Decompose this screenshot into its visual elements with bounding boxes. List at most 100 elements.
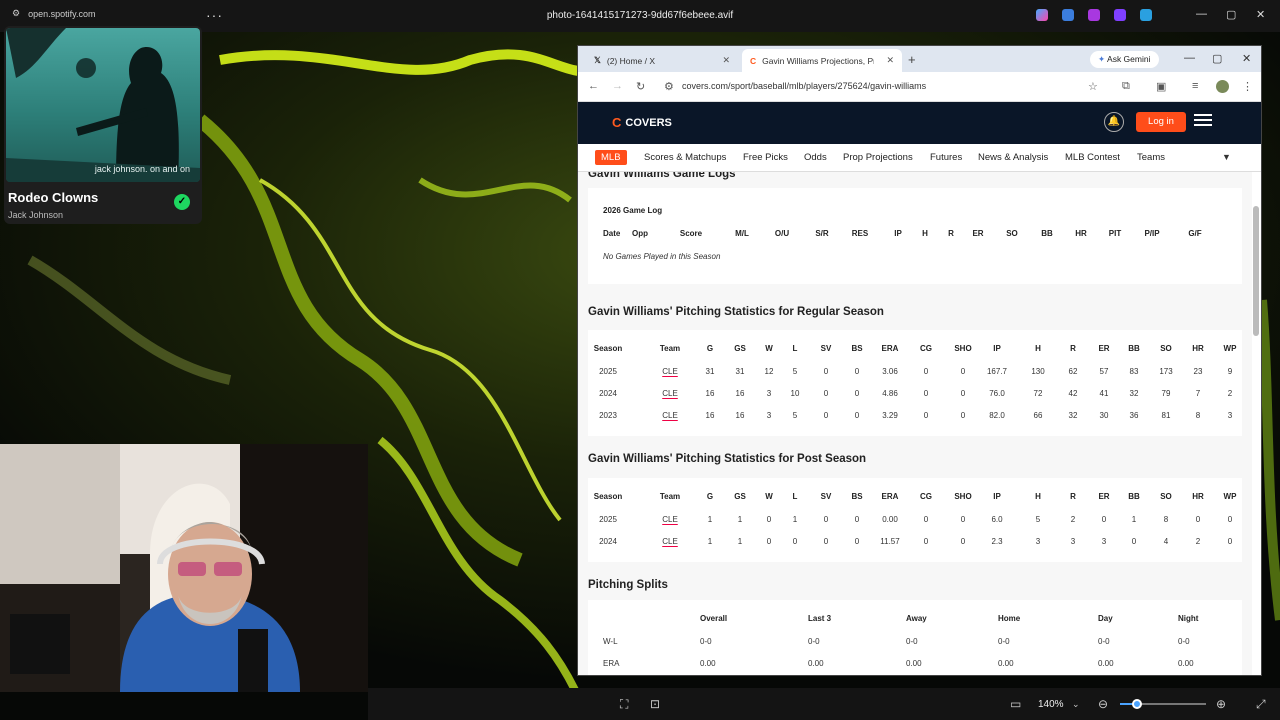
media-icon[interactable] xyxy=(1114,9,1126,21)
col-header[interactable]: CG xyxy=(920,492,932,501)
col-header[interactable]: Team xyxy=(660,492,680,501)
col-header[interactable]: CG xyxy=(920,344,932,353)
minimize-icon[interactable]: — xyxy=(1196,8,1207,20)
nav-free-picks[interactable]: Free Picks xyxy=(743,152,788,163)
artist-name[interactable]: Jack Johnson xyxy=(8,210,63,220)
cloud-icon[interactable] xyxy=(1140,9,1152,21)
maximize-icon[interactable]: ▢ xyxy=(1226,8,1236,21)
ask-gemini-button[interactable]: ✦ Ask Gemini xyxy=(1090,51,1159,68)
page-scrollbar[interactable] xyxy=(1253,206,1259,336)
game-log-col-header[interactable]: IP xyxy=(894,229,902,238)
copilot-icon[interactable] xyxy=(1036,9,1048,21)
nav-mlb-contest[interactable]: MLB Contest xyxy=(1065,152,1120,163)
bookmark-star-icon[interactable]: ☆ xyxy=(1088,80,1098,93)
zoom-slider-knob[interactable] xyxy=(1132,699,1143,709)
col-header[interactable]: IP xyxy=(993,492,1001,501)
col-header[interactable]: Season xyxy=(594,344,622,353)
game-log-col-header[interactable]: Date xyxy=(603,229,620,238)
zoom-slider[interactable] xyxy=(1120,699,1206,709)
game-log-col-header[interactable]: ER xyxy=(972,229,983,238)
col-header[interactable]: L xyxy=(793,492,798,501)
close-tab-icon[interactable]: ✕ xyxy=(722,55,730,66)
col-header[interactable]: SHO xyxy=(954,344,971,353)
maximize-icon[interactable]: ▢ xyxy=(1212,52,1222,65)
chevron-down-icon[interactable]: ▼ xyxy=(1222,152,1231,162)
col-header[interactable]: ER xyxy=(1098,492,1109,501)
col-header[interactable]: ER xyxy=(1098,344,1109,353)
col-header[interactable]: HR xyxy=(1192,344,1204,353)
site-info-icon[interactable]: ⚙ xyxy=(664,80,674,93)
aspect-icon[interactable]: ▭ xyxy=(1010,697,1021,711)
split-view-icon[interactable]: ▣ xyxy=(1156,80,1166,93)
media-list-icon[interactable]: ≡ xyxy=(1192,80,1198,92)
nav-odds[interactable]: Odds xyxy=(804,152,827,163)
game-log-col-header[interactable]: Score xyxy=(680,229,702,238)
game-log-col-header[interactable]: H xyxy=(922,229,928,238)
song-title[interactable]: Rodeo Clowns xyxy=(8,190,98,205)
game-log-col-header[interactable]: BB xyxy=(1041,229,1053,238)
game-log-col-header[interactable]: HR xyxy=(1075,229,1087,238)
covers-logo[interactable]: C COVERS xyxy=(612,115,672,130)
zoom-level[interactable]: 140% xyxy=(1038,699,1064,710)
game-log-col-header[interactable]: M/L xyxy=(735,229,749,238)
col-header[interactable]: L xyxy=(793,344,798,353)
col-header[interactable]: R xyxy=(1070,344,1076,353)
col-header[interactable]: W xyxy=(765,492,773,501)
col-header[interactable]: G xyxy=(707,492,713,501)
col-header[interactable]: R xyxy=(1070,492,1076,501)
profile-avatar-icon[interactable] xyxy=(1216,80,1229,93)
hamburger-menu-icon[interactable] xyxy=(1194,114,1212,129)
col-header[interactable]: BS xyxy=(851,492,862,501)
game-log-col-header[interactable]: SO xyxy=(1006,229,1018,238)
col-header[interactable]: SO xyxy=(1160,492,1172,501)
nav-scores-matchups[interactable]: Scores & Matchups xyxy=(644,152,726,163)
notification-bell-icon[interactable]: 🔔 xyxy=(1104,112,1124,132)
game-log-col-header[interactable]: PIT xyxy=(1109,229,1121,238)
col-header[interactable]: H xyxy=(1035,344,1041,353)
fit-screen-icon[interactable]: ⛶ xyxy=(620,697,628,712)
col-header[interactable]: G xyxy=(707,344,713,353)
edit-icon[interactable] xyxy=(1062,9,1074,21)
reload-icon[interactable]: ↻ xyxy=(636,80,645,93)
game-log-col-header[interactable]: R xyxy=(948,229,954,238)
nav-news-analysis[interactable]: News & Analysis xyxy=(978,152,1048,163)
col-header[interactable]: SV xyxy=(821,492,832,501)
col-header[interactable]: WP xyxy=(1224,492,1237,501)
col-header[interactable]: GS xyxy=(734,344,746,353)
game-log-col-header[interactable]: P/IP xyxy=(1144,229,1159,238)
tab-x-home[interactable]: 𝕏 (2) Home / X ✕ xyxy=(586,49,738,72)
nav-prop-projections[interactable]: Prop Projections xyxy=(843,152,913,163)
team-link[interactable]: CLE xyxy=(662,389,678,398)
col-header[interactable]: IP xyxy=(993,344,1001,353)
game-log-col-header[interactable]: G/F xyxy=(1188,229,1201,238)
team-link[interactable]: CLE xyxy=(662,367,678,376)
col-header[interactable]: Season xyxy=(594,492,622,501)
nav-futures[interactable]: Futures xyxy=(930,152,962,163)
close-tab-icon[interactable]: ✕ xyxy=(886,55,894,66)
minimize-icon[interactable]: — xyxy=(1184,52,1195,64)
col-header[interactable]: Team xyxy=(660,344,680,353)
zoom-out-icon[interactable]: ⊖ xyxy=(1098,697,1108,711)
col-header[interactable]: GS xyxy=(734,492,746,501)
col-header[interactable]: BB xyxy=(1128,344,1140,353)
tab-covers[interactable]: C Gavin Williams Projections, Pro ✕ xyxy=(742,49,902,72)
nav-mlb[interactable]: MLB xyxy=(595,150,627,165)
back-icon[interactable]: ← xyxy=(588,80,599,92)
login-button[interactable]: Log in xyxy=(1136,112,1186,132)
close-icon[interactable]: ✕ xyxy=(1256,8,1265,21)
fullscreen-icon[interactable]: ⤢ xyxy=(1256,697,1266,712)
game-log-col-header[interactable]: O/U xyxy=(775,229,789,238)
chevron-down-icon[interactable]: ⌄ xyxy=(1072,699,1080,710)
game-log-col-header[interactable]: RES xyxy=(852,229,868,238)
col-header[interactable]: H xyxy=(1035,492,1041,501)
game-log-col-header[interactable]: Opp xyxy=(632,229,648,238)
zoom-in-icon[interactable]: ⊕ xyxy=(1216,697,1226,711)
clipchamp-icon[interactable] xyxy=(1088,9,1100,21)
new-tab-icon[interactable]: + xyxy=(908,52,916,67)
browser-menu-icon[interactable]: ⋮ xyxy=(1242,80,1253,93)
close-icon[interactable]: ✕ xyxy=(1242,52,1251,65)
url-field[interactable]: covers.com/sport/baseball/mlb/players/27… xyxy=(682,81,926,91)
col-header[interactable]: ERA xyxy=(882,492,899,501)
col-header[interactable]: SHO xyxy=(954,492,971,501)
text-extract-icon[interactable]: ⊡ xyxy=(650,697,660,711)
